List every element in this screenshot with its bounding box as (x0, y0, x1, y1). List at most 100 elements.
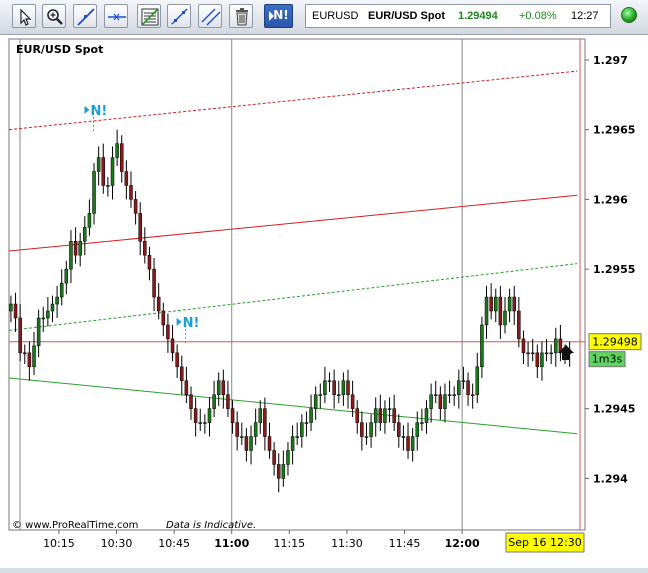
parallel-lines-icon (201, 8, 221, 26)
candle-body (180, 366, 184, 381)
news-toggle-label: N! (273, 8, 289, 22)
candle-body (466, 380, 470, 395)
parallel-lines-tool[interactable] (198, 4, 222, 28)
delete-tool[interactable] (229, 4, 253, 28)
candle-body (119, 143, 124, 172)
quote-symbol: EURUSD (312, 10, 359, 22)
candle-body (323, 380, 327, 395)
candle-body (110, 157, 115, 186)
candle-body (429, 394, 433, 409)
candle-body (457, 380, 461, 395)
candle-body (484, 296, 489, 326)
candle-body (383, 408, 387, 423)
candle-body (498, 296, 503, 326)
candle-body (170, 338, 175, 354)
trendline-icon (77, 8, 95, 26)
news-toggle-button[interactable]: N! (264, 4, 293, 28)
trash-icon (236, 8, 248, 26)
candle-body (452, 394, 456, 396)
candle-body (290, 436, 295, 451)
news-marker[interactable]: N! (183, 316, 200, 331)
zoom-tool[interactable] (42, 4, 66, 28)
candle-body (415, 422, 420, 437)
candle-body (438, 394, 443, 409)
candle-body (364, 436, 369, 438)
y-tick-label: 1.2965 (593, 124, 635, 137)
pointer-icon (20, 8, 32, 26)
candle-body (447, 394, 452, 396)
candle-body (526, 352, 530, 355)
candle-body (475, 366, 480, 395)
candle-body (300, 422, 304, 437)
channel-tool[interactable] (167, 4, 191, 28)
candle-body (253, 422, 258, 437)
candle-body (410, 436, 415, 451)
candle-body (92, 171, 96, 214)
candle-body (369, 422, 373, 437)
candle-body (50, 303, 55, 312)
candle-body (41, 317, 45, 320)
candle-body (226, 394, 230, 409)
candle-body (230, 408, 235, 423)
candle-body (350, 394, 355, 409)
candle-body (281, 464, 286, 479)
candle-body (332, 380, 336, 395)
line-tool[interactable] (73, 4, 97, 28)
zoom-icon (47, 9, 63, 25)
candle-body (175, 352, 179, 368)
candle-body (318, 394, 323, 396)
candle-body (337, 394, 341, 396)
candle-body (235, 422, 239, 437)
candle-body (494, 296, 498, 312)
candle-body (55, 296, 59, 305)
candle-body (156, 296, 161, 312)
countdown-label: 1m3s (592, 353, 623, 366)
candle-body (152, 268, 156, 298)
candle-body (507, 296, 512, 312)
fibonacci-tool[interactable] (137, 4, 161, 28)
candle-body (355, 408, 359, 423)
candle-body (433, 394, 438, 396)
y-tick-label: 1.294 (593, 472, 628, 485)
candle-body (540, 352, 544, 368)
candle-body (461, 380, 466, 382)
y-tick-label: 1.2955 (593, 263, 635, 276)
chart-title: EUR/USD Spot (16, 43, 103, 56)
candle-body (304, 422, 309, 424)
candle-body (198, 422, 202, 424)
candle-body (521, 338, 526, 354)
cursor-date-label: Sep 16 12:30 (508, 536, 581, 549)
data-note-text: Data is Indicative. (166, 520, 256, 531)
x-tick-label: 11:45 (389, 537, 421, 550)
current-price-label: 1.29498 (592, 336, 638, 349)
candle-body (406, 436, 410, 451)
horizontal-line-icon (108, 13, 126, 21)
candle-body (23, 352, 27, 355)
quote-bar: EURUSD EUR/USD Spot 1.29494 +0.08% 12:27 (305, 4, 611, 28)
horizontal-line-tool[interactable] (104, 4, 128, 28)
candle-body (392, 408, 396, 423)
price-chart[interactable]: N!N! EUR/USD Spot © www.ProRealTime.com … (0, 35, 648, 568)
candle-body (221, 380, 226, 395)
candle-body (69, 241, 73, 270)
connection-status-icon (621, 7, 637, 23)
candle-body (309, 408, 313, 423)
news-marker[interactable]: N! (90, 104, 107, 119)
quote-time: 12:27 (571, 10, 599, 22)
candle-body (78, 241, 82, 256)
candle-body (46, 310, 50, 319)
candle-body (83, 227, 87, 242)
quote-price: 1.29494 (458, 10, 498, 22)
candle-body (387, 408, 392, 410)
candle-body (276, 464, 281, 479)
chart-panel[interactable]: N! N! EUR/USD Spot © www.ProRealTime.com … (0, 35, 648, 568)
candle-body (397, 422, 401, 437)
candle-body (64, 268, 69, 284)
candle-body (73, 241, 78, 256)
x-tick-label: 10:30 (101, 537, 133, 550)
candle-body (32, 345, 36, 368)
candle-body (470, 394, 475, 396)
pointer-tool[interactable] (12, 4, 36, 28)
candle-body (327, 380, 332, 382)
candle-body (101, 157, 106, 186)
